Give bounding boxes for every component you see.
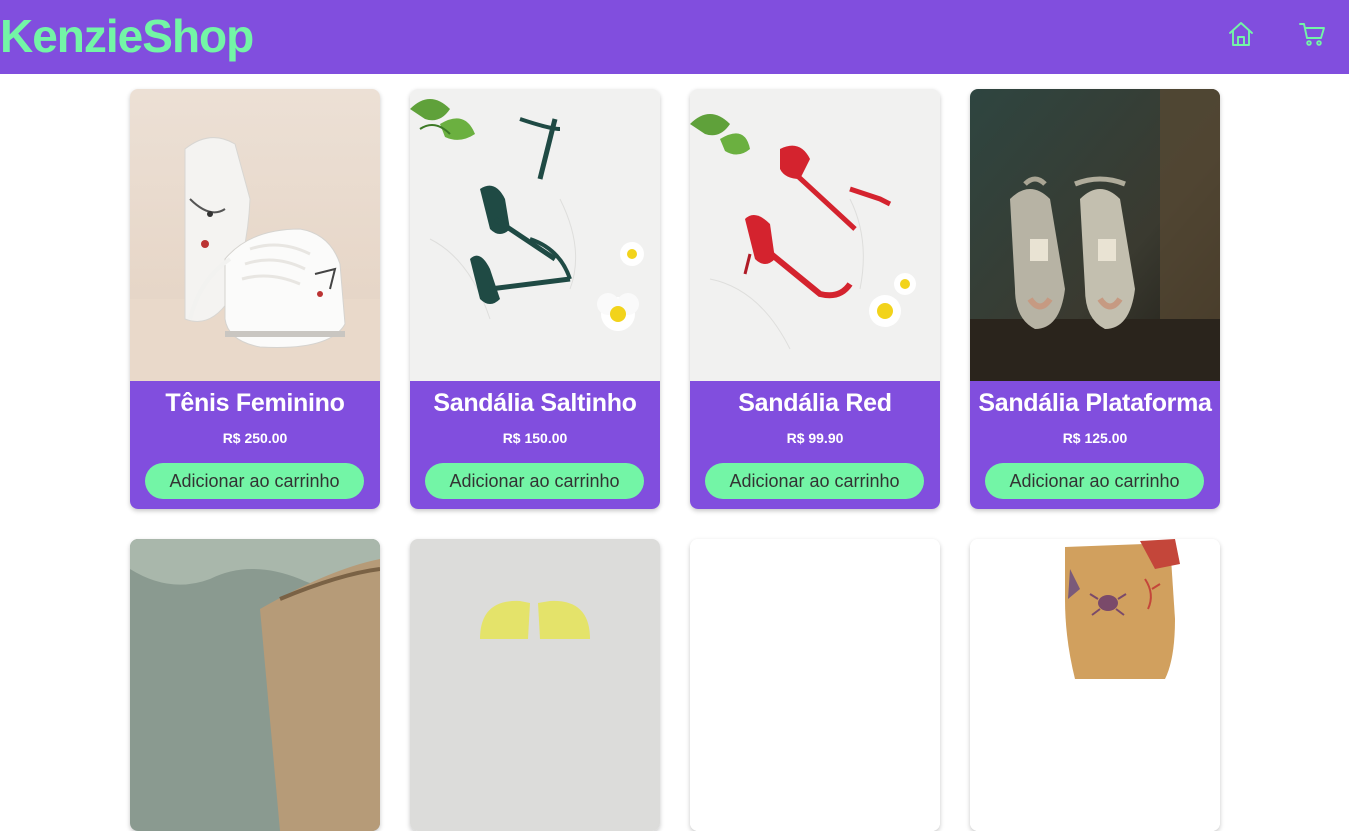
product-info: Sandália Red R$ 99.90 Adicionar ao carri…	[690, 381, 940, 509]
product-price: R$ 250.00	[222, 430, 288, 446]
product-image	[410, 89, 660, 381]
product-title: Sandália Plataforma	[978, 389, 1212, 417]
product-image	[130, 539, 380, 831]
logo[interactable]: KenzieShop	[0, 8, 254, 64]
cart-icon[interactable]	[1298, 20, 1326, 48]
top-header: KenzieShop	[0, 0, 1349, 74]
product-image	[690, 89, 940, 381]
add-to-cart-button[interactable]: Adicionar ao carrinho	[145, 463, 364, 499]
product-image	[690, 539, 940, 831]
product-price: R$ 150.00	[502, 430, 568, 446]
product-title: Tênis Feminino	[165, 389, 345, 417]
product-image	[970, 539, 1220, 831]
product-info: Tênis Feminino R$ 250.00 Adicionar ao ca…	[130, 381, 380, 509]
product-card: Tênis Feminino R$ 250.00 Adicionar ao ca…	[130, 89, 380, 509]
product-image	[410, 539, 660, 831]
product-card: Sandália Red R$ 99.90 Adicionar ao carri…	[690, 89, 940, 509]
product-card	[410, 539, 660, 831]
home-icon[interactable]	[1227, 20, 1255, 48]
product-info: Sandália Saltinho R$ 150.00 Adicionar ao…	[410, 381, 660, 509]
product-image	[970, 89, 1220, 381]
product-card	[970, 539, 1220, 831]
product-card: Sandália Plataforma R$ 125.00 Adicionar …	[970, 89, 1220, 509]
product-title: Sandália Saltinho	[433, 389, 637, 417]
add-to-cart-button[interactable]: Adicionar ao carrinho	[705, 463, 924, 499]
product-card	[690, 539, 940, 831]
product-info: Sandália Plataforma R$ 125.00 Adicionar …	[970, 381, 1220, 509]
product-price: R$ 125.00	[1062, 430, 1128, 446]
product-card	[130, 539, 380, 831]
product-card: Sandália Saltinho R$ 150.00 Adicionar ao…	[410, 89, 660, 509]
product-price: R$ 99.90	[786, 430, 844, 446]
add-to-cart-button[interactable]: Adicionar ao carrinho	[425, 463, 644, 499]
product-image	[130, 89, 380, 381]
add-to-cart-button[interactable]: Adicionar ao carrinho	[985, 463, 1204, 499]
product-title: Sandália Red	[738, 389, 892, 417]
